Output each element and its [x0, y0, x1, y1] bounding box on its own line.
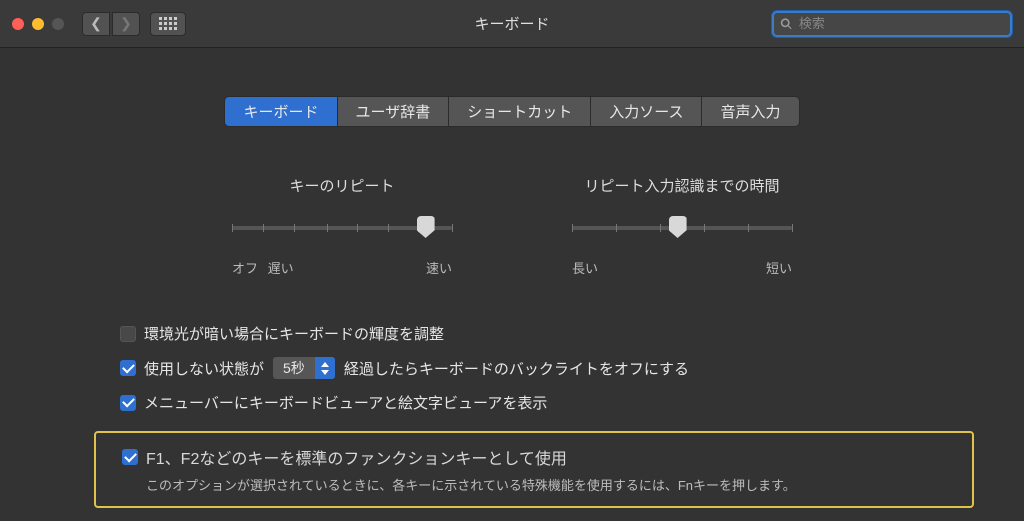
grid-icon [159, 17, 177, 30]
search-field-wrap[interactable] [772, 11, 1012, 37]
key-repeat-off-label: オフ [232, 261, 258, 276]
key-repeat-title: キーのリピート [232, 175, 452, 196]
option-fn-keys: F1、F2などのキーを標準のファンクションキーとして使用 [122, 443, 958, 471]
key-repeat-slider[interactable] [232, 220, 452, 250]
options-list: 環境光が暗い場合にキーボードの輝度を調整 使用しない状態が 5秒 経過したらキー… [120, 317, 1024, 419]
tab-keyboard[interactable]: キーボード [224, 96, 337, 127]
tab-dictation[interactable]: 音声入力 [702, 96, 799, 127]
ambient-light-checkbox[interactable] [120, 326, 136, 342]
key-repeat-slow-label: 遅い [268, 261, 294, 276]
backlight-delay-select[interactable]: 5秒 [272, 356, 336, 380]
key-repeat-fast-label: 速い [426, 258, 452, 277]
tab-shortcuts[interactable]: ショートカット [449, 96, 591, 127]
backlight-delay-value: 5秒 [273, 358, 315, 378]
fn-keys-checkbox[interactable] [122, 449, 138, 465]
backlight-off-checkbox[interactable] [120, 360, 136, 376]
tab-bar: キーボード ユーザ辞書 ショートカット 入力ソース 音声入力 [0, 96, 1024, 127]
backlight-suffix: 経過したらキーボードのバックライトをオフにする [344, 358, 689, 379]
search-icon [780, 17, 793, 31]
fn-keys-hint: このオプションが選択されているときに、各キーに示されている特殊機能を使用するには… [146, 475, 958, 494]
key-repeat-thumb[interactable] [417, 216, 435, 238]
chevron-left-icon: ❮ [90, 15, 102, 32]
fn-keys-label: F1、F2などのキーを標準のファンクションキーとして使用 [146, 445, 567, 469]
tab-user-dictionary[interactable]: ユーザ辞書 [338, 96, 450, 127]
option-menubar-viewer: メニューバーにキーボードビューアと絵文字ビューアを表示 [120, 386, 1024, 419]
nav-buttons: ❮ ❯ [82, 12, 140, 36]
minimize-window-button[interactable] [32, 18, 44, 30]
fn-keys-highlight-box: F1、F2などのキーを標準のファンクションキーとして使用 このオプションが選択さ… [94, 431, 974, 508]
maximize-window-button[interactable] [52, 18, 64, 30]
traffic-lights [12, 18, 64, 30]
search-input[interactable] [799, 16, 1004, 31]
menubar-viewer-checkbox[interactable] [120, 395, 136, 411]
delay-title: リピート入力認識までの時間 [572, 175, 792, 196]
back-button[interactable]: ❮ [82, 12, 110, 36]
delay-short-label: 短い [766, 258, 792, 277]
delay-thumb[interactable] [669, 216, 687, 238]
ambient-light-label: 環境光が暗い場合にキーボードの輝度を調整 [144, 323, 444, 344]
option-ambient-light: 環境光が暗い場合にキーボードの輝度を調整 [120, 317, 1024, 350]
window-title: キーボード [474, 13, 549, 34]
menubar-viewer-label: メニューバーにキーボードビューアと絵文字ビューアを表示 [144, 392, 547, 413]
titlebar: ❮ ❯ キーボード [0, 0, 1024, 48]
show-all-button[interactable] [150, 12, 186, 36]
backlight-prefix: 使用しない状態が [144, 358, 264, 379]
option-backlight-off: 使用しない状態が 5秒 経過したらキーボードのバックライトをオフにする [120, 350, 1024, 386]
chevron-right-icon: ❯ [120, 15, 132, 32]
delay-slider-group: リピート入力認識までの時間 長い 短い [572, 175, 792, 277]
tab-input-sources[interactable]: 入力ソース [591, 96, 702, 127]
delay-long-label: 長い [572, 258, 598, 277]
key-repeat-slider-group: キーのリピート オフ 遅い 速い [232, 175, 452, 277]
select-stepper-icon [315, 357, 335, 379]
delay-slider[interactable] [572, 220, 792, 250]
sliders-row: キーのリピート オフ 遅い 速い リピート入力認識までの時間 [0, 175, 1024, 277]
close-window-button[interactable] [12, 18, 24, 30]
forward-button[interactable]: ❯ [112, 12, 140, 36]
